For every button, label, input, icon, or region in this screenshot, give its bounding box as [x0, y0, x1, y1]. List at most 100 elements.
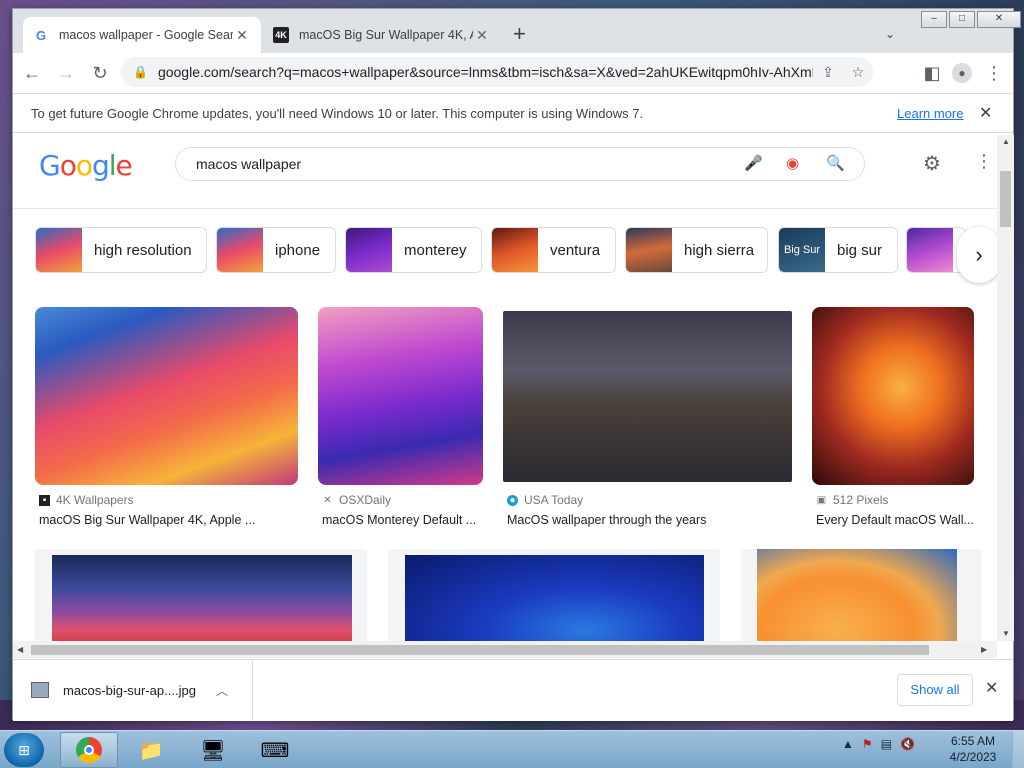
volume-muted-icon[interactable]: 🔇 — [900, 737, 915, 751]
bookmark-star-icon[interactable]: ☆ — [843, 64, 873, 81]
result-image[interactable] — [35, 307, 298, 485]
result-image[interactable] — [503, 311, 792, 482]
forward-icon[interactable]: → — [51, 58, 81, 88]
source-favicon-icon: ▣ — [816, 494, 827, 506]
chip-big-sur[interactable]: Big Sur big sur — [778, 227, 898, 273]
lens-camera-icon[interactable]: ◉ — [786, 148, 799, 180]
google-logo[interactable]: Google — [39, 149, 133, 182]
search-icon[interactable]: 🔍 — [826, 148, 845, 180]
tab-big-sur-wallpaper[interactable]: 4K macOS Big Sur Wallpaper 4K, Apple ✕ — [263, 17, 501, 53]
tab-strip: G macos wallpaper - Google Search ✕ 4K m… — [13, 9, 1021, 53]
result-image[interactable] — [52, 555, 352, 641]
source-favicon-icon: ▪ — [39, 494, 50, 506]
side-panel-icon[interactable]: ◧ — [917, 58, 947, 88]
chip-thumbnail — [626, 228, 672, 272]
result-source[interactable]: ▪ 4K Wallpapers — [39, 493, 134, 507]
vertical-scroll-thumb[interactable] — [1000, 171, 1011, 227]
source-label: OSXDaily — [339, 493, 392, 507]
horizontal-scroll-thumb[interactable] — [31, 645, 929, 655]
apps-grid-icon[interactable]: ⋮⋮⋮ — [975, 151, 997, 172]
share-icon[interactable]: ⇪ — [813, 64, 843, 81]
result-image[interactable] — [405, 555, 704, 641]
result-image[interactable] — [757, 549, 957, 641]
chip-ventura[interactable]: ventura — [491, 227, 616, 273]
network-icon[interactable]: ▤ — [881, 737, 892, 751]
browser-toolbar: ← → ↻ 🔒 google.com/search?q=macos+wallpa… — [13, 53, 1013, 93]
image-file-icon — [31, 682, 49, 698]
close-tab-icon[interactable]: ✕ — [233, 27, 251, 44]
taskbar-clock[interactable]: 6:55 AM 4/2/2023 — [934, 733, 1012, 765]
chip-label: iphone — [275, 241, 321, 259]
tab-google-search[interactable]: G macos wallpaper - Google Search ✕ — [23, 17, 261, 53]
scroll-up-arrow-icon[interactable]: ▲ — [1002, 137, 1010, 146]
google-favicon-icon: G — [35, 27, 47, 43]
close-tab-icon[interactable]: ✕ — [473, 27, 491, 44]
download-item[interactable]: macos-big-sur-ap....jpg ︿ — [31, 660, 253, 720]
taskbar-keyboard-icon[interactable]: ⌨ — [246, 732, 304, 768]
chip-monterey[interactable]: monterey — [345, 227, 482, 273]
back-icon[interactable]: ← — [17, 58, 47, 88]
result-title[interactable]: MacOS wallpaper through the years — [507, 513, 706, 527]
result-image[interactable] — [318, 307, 483, 485]
profile-avatar-icon[interactable]: ● — [947, 58, 977, 88]
tab-search-chevron-icon[interactable]: ⌄ — [885, 27, 895, 41]
reload-icon[interactable]: ↻ — [85, 58, 115, 88]
clock-date: 4/2/2023 — [949, 750, 997, 764]
source-label: 4K Wallpapers — [56, 493, 134, 507]
system-tray: ▲ ⚑ ▤ 🔇 — [842, 737, 915, 751]
taskbar-control-panel-icon[interactable]: 🖥 — [184, 732, 242, 768]
window-controls: ‒ □ ✕ — [919, 11, 1021, 29]
result-source[interactable]: ✕ OSXDaily — [322, 493, 391, 507]
scroll-down-arrow-icon[interactable]: ▼ — [1002, 629, 1010, 638]
scroll-left-arrow-icon[interactable]: ◀ — [17, 645, 23, 654]
result-title[interactable]: Every Default macOS Wall... — [816, 513, 974, 527]
close-window-button[interactable]: ✕ — [977, 11, 1021, 28]
chip-thumbnail — [217, 228, 263, 272]
chip-high-resolution[interactable]: high resolution — [35, 227, 207, 273]
address-bar[interactable]: 🔒 google.com/search?q=macos+wallpaper&so… — [121, 57, 873, 87]
vertical-scrollbar[interactable]: ▲ ▼ — [997, 135, 1014, 641]
learn-more-link[interactable]: Learn more — [897, 106, 963, 121]
chip-high-sierra[interactable]: high sierra — [625, 227, 768, 273]
chip-iphone[interactable]: iphone — [216, 227, 336, 273]
result-source[interactable]: ● USA Today — [507, 493, 583, 507]
close-infobar-icon[interactable]: ✕ — [979, 103, 992, 123]
action-center-flag-icon[interactable]: ⚑ — [862, 737, 873, 751]
tab-title: macos wallpaper - Google Search — [59, 28, 233, 42]
taskbar-chrome-icon[interactable] — [60, 732, 118, 768]
result-image[interactable] — [812, 307, 974, 485]
taskbar-explorer-icon[interactable]: 📁 — [122, 732, 180, 768]
related-searches-chips: high resolution iphone monterey ventura … — [13, 227, 997, 283]
chip-label: big sur — [837, 241, 883, 259]
chips-next-chevron-icon[interactable]: › — [957, 227, 997, 283]
chevron-up-icon[interactable]: ︿ — [216, 682, 228, 699]
menu-kebab-icon[interactable]: ⋮ — [979, 58, 1009, 88]
chip-label: high resolution — [94, 241, 192, 259]
result-source[interactable]: ▣ 512 Pixels — [816, 493, 889, 507]
new-tab-button[interactable]: + — [513, 23, 526, 45]
start-button-windows-icon[interactable]: ⊞ — [4, 733, 44, 767]
source-label: 512 Pixels — [833, 493, 889, 507]
tray-expand-icon[interactable]: ▲ — [842, 737, 854, 751]
scroll-right-arrow-icon[interactable]: ▶ — [981, 645, 987, 654]
page-viewport: Google macos wallpaper 🎤 ◉ 🔍 ⚙ ⋮⋮⋮ high … — [13, 135, 997, 641]
google-header: Google macos wallpaper 🎤 ◉ 🔍 ⚙ ⋮⋮⋮ — [13, 135, 997, 209]
download-filename: macos-big-sur-ap....jpg — [63, 682, 196, 698]
show-desktop-button[interactable] — [1012, 731, 1024, 768]
clock-time: 6:55 AM — [950, 734, 996, 748]
maximize-button[interactable]: □ — [949, 11, 975, 28]
search-input[interactable]: macos wallpaper 🎤 ◉ 🔍 — [175, 147, 865, 181]
settings-gear-icon[interactable]: ⚙ — [923, 151, 941, 176]
result-title[interactable]: macOS Monterey Default ... — [322, 513, 476, 527]
show-all-button[interactable]: Show all — [897, 674, 973, 706]
chip-label: ventura — [550, 241, 601, 259]
chip-label: high sierra — [684, 241, 755, 259]
close-shelf-icon[interactable]: ✕ — [985, 678, 998, 698]
result-title[interactable]: macOS Big Sur Wallpaper 4K, Apple ... — [39, 513, 255, 527]
download-shelf: macos-big-sur-ap....jpg ︿ Show all ✕ — [13, 659, 1013, 721]
search-query: macos wallpaper — [196, 156, 302, 172]
voice-search-icon[interactable]: 🎤 — [744, 148, 763, 180]
minimize-button[interactable]: ‒ — [921, 11, 947, 28]
horizontal-scrollbar[interactable]: ◀ ▶ — [13, 641, 997, 658]
update-infobar: To get future Google Chrome updates, you… — [13, 93, 1013, 133]
